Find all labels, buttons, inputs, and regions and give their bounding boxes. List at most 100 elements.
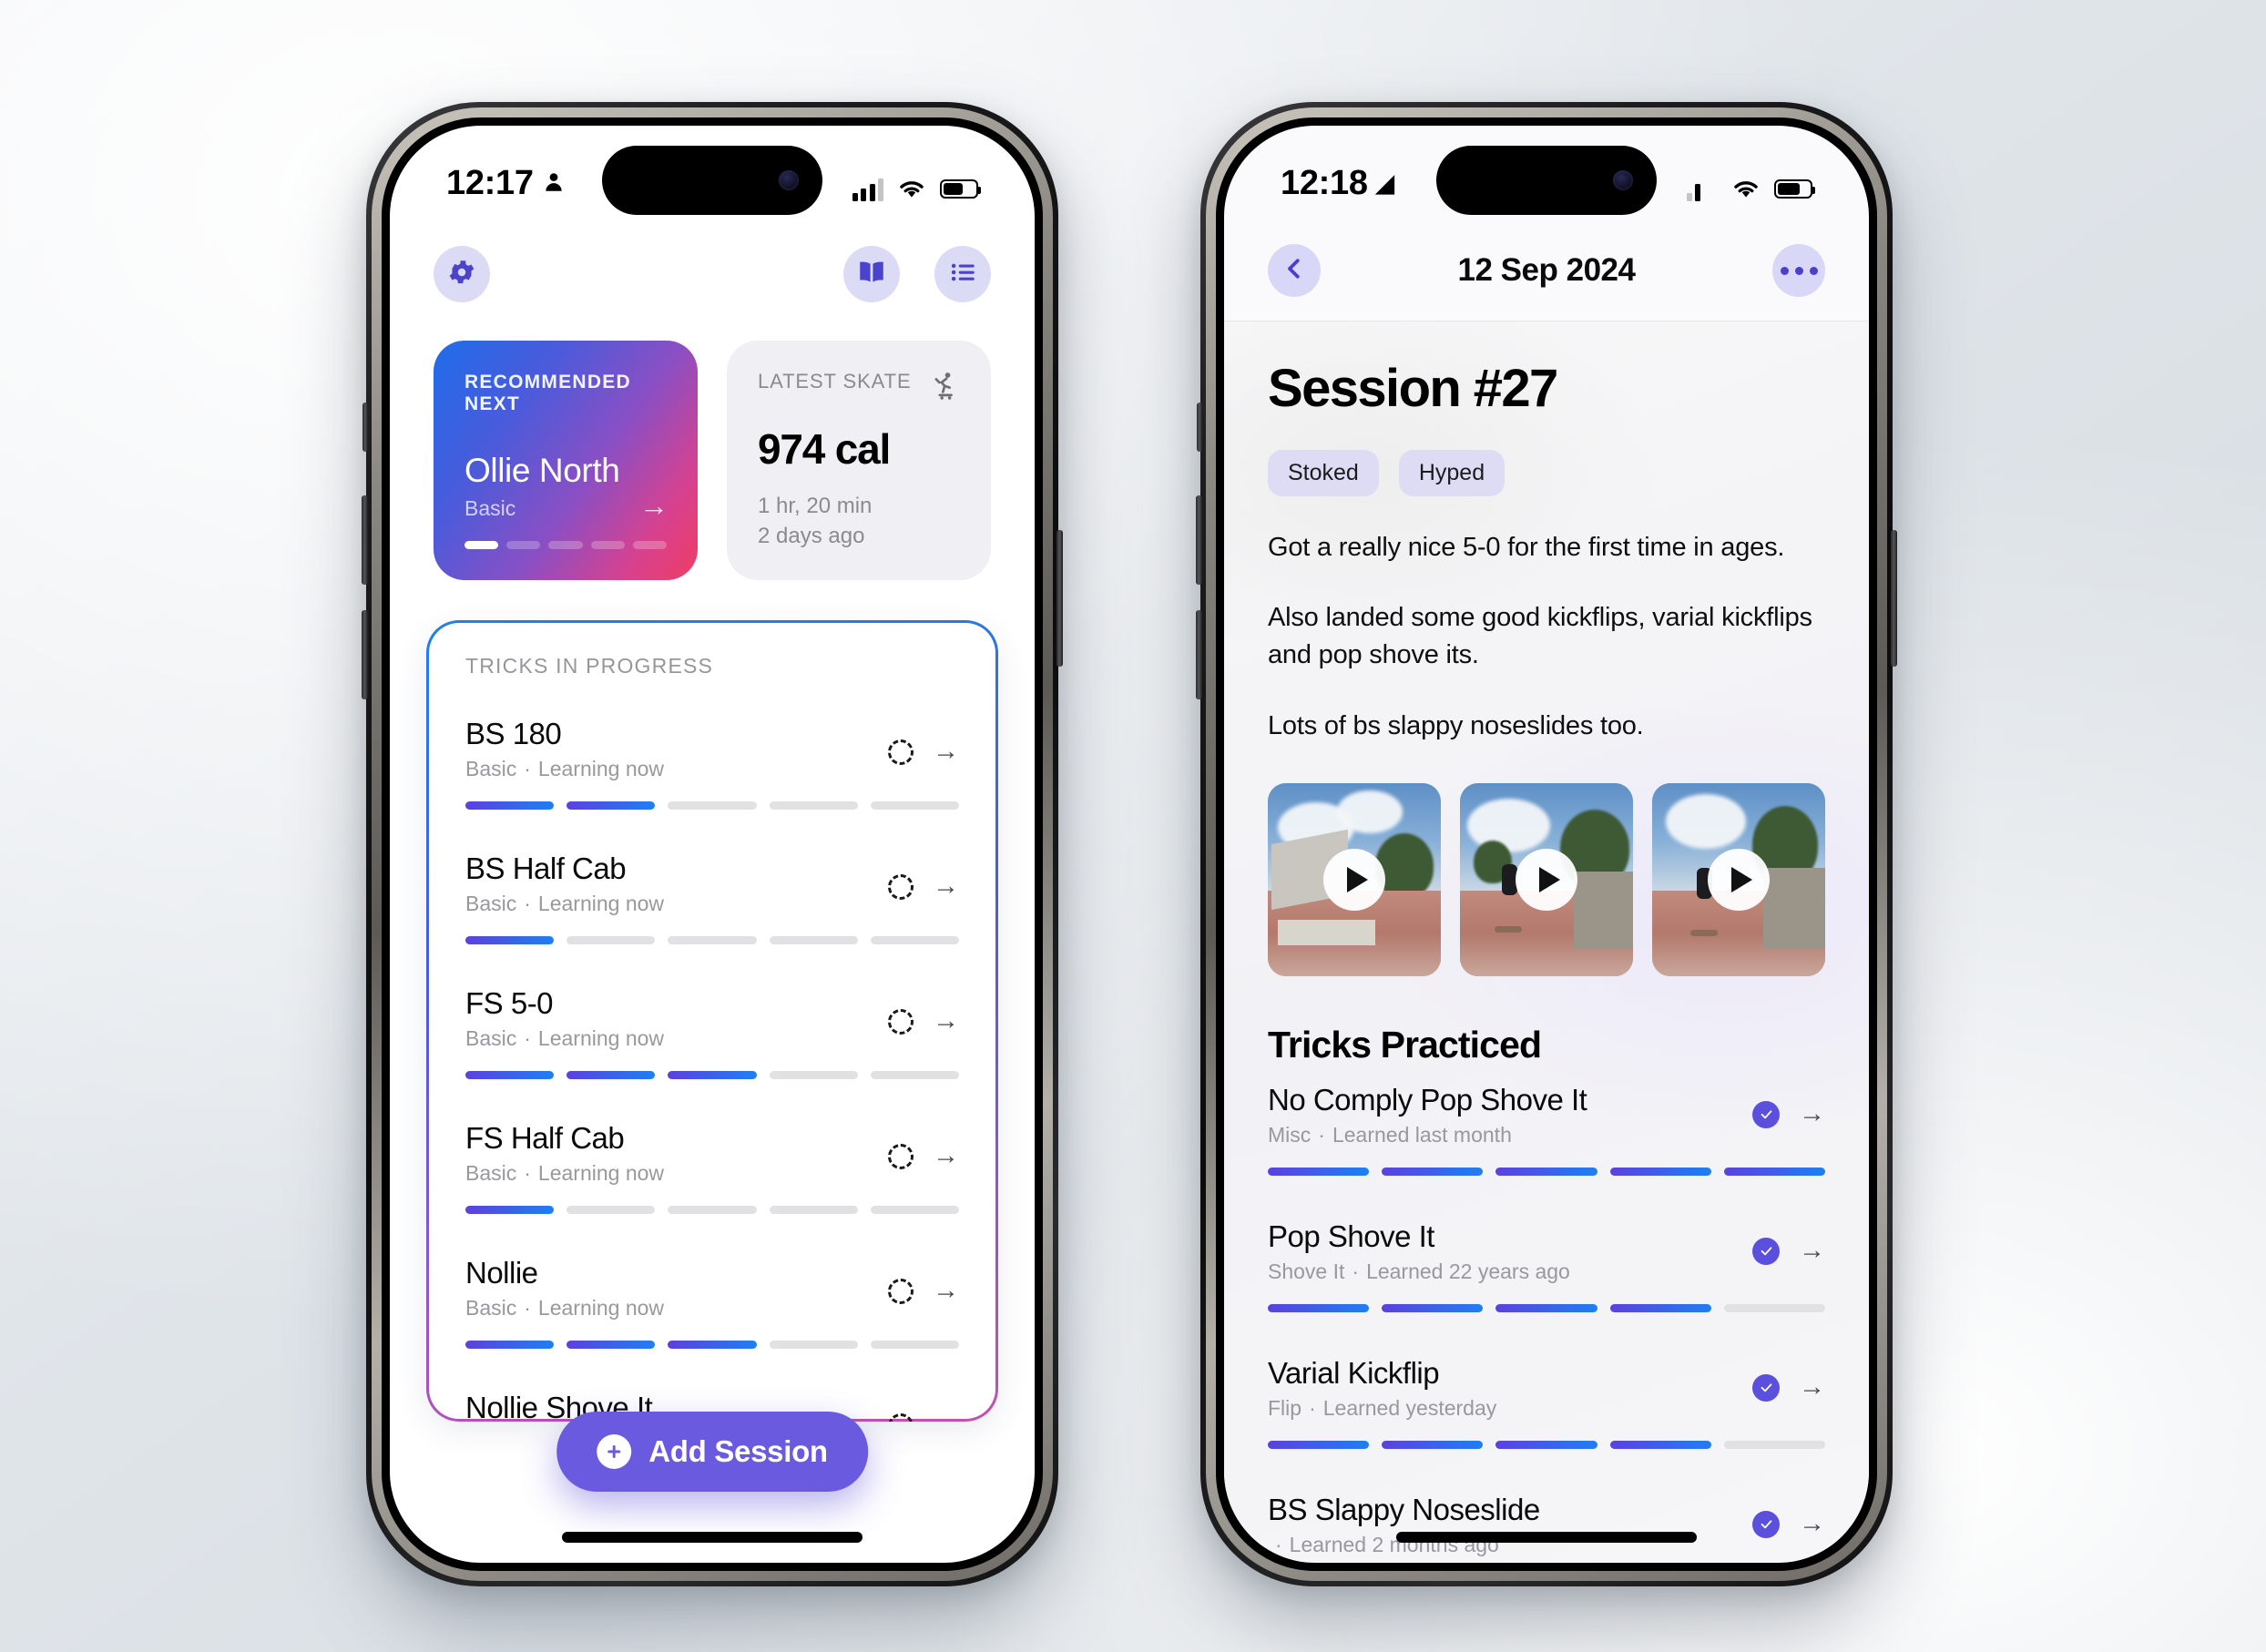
screen-home: 12:17 RECOMMENDED NEXT Ollie North Basic… xyxy=(390,126,1035,1563)
play-icon[interactable] xyxy=(1516,848,1577,911)
volume-down-button[interactable] xyxy=(362,610,368,699)
dashed-circle-icon[interactable] xyxy=(888,1412,914,1423)
fence-shape xyxy=(1574,872,1633,949)
video-thumbnail[interactable] xyxy=(1460,782,1633,976)
arrow-right-icon[interactable]: → xyxy=(1799,1238,1825,1264)
play-icon[interactable] xyxy=(1323,848,1385,911)
recommended-trick-name: Ollie North xyxy=(464,452,620,489)
status-bar-left: 12:17 xyxy=(390,126,1035,233)
mute-switch[interactable] xyxy=(362,403,368,452)
phone-right-bezel: 12:18 ◢ 12 Sep 2024 Session #27 Stoked H… xyxy=(1216,117,1877,1571)
guide-button[interactable] xyxy=(843,246,900,302)
trick-row[interactable]: BS Half Cab Basic · Learning now → xyxy=(465,839,960,974)
status-badge[interactable]: Hyped xyxy=(1398,450,1506,496)
arrow-right-icon[interactable]: → xyxy=(933,1278,959,1304)
home-indicator[interactable] xyxy=(1396,1532,1697,1543)
trick-meta: Misc · Learned last month xyxy=(1268,1123,1825,1147)
trick-meta: Basic · Learning now xyxy=(465,1161,664,1186)
power-button[interactable] xyxy=(1891,530,1897,667)
trick-category: Misc xyxy=(1268,1122,1312,1147)
volume-up-button[interactable] xyxy=(362,495,368,585)
plus-circle-icon xyxy=(597,1434,632,1469)
dashed-circle-icon[interactable] xyxy=(888,1143,914,1169)
back-button[interactable] xyxy=(1268,244,1321,297)
arrow-right-icon[interactable]: → xyxy=(933,1143,959,1169)
trick-category: Basic xyxy=(465,757,517,781)
power-button[interactable] xyxy=(1056,530,1063,667)
dashed-circle-icon[interactable] xyxy=(888,873,914,900)
trick-category: Basic xyxy=(465,1161,517,1186)
arrow-right-icon[interactable]: → xyxy=(1799,1101,1825,1127)
check-circle-icon[interactable] xyxy=(1752,1373,1780,1402)
list-button[interactable] xyxy=(934,246,991,302)
trick-row[interactable]: FS Half Cab Basic · Learning now → xyxy=(465,1108,960,1243)
arrow-right-icon[interactable]: → xyxy=(933,873,959,900)
trick-row[interactable]: BS 180 Basic · Learning now → xyxy=(465,704,960,839)
recommended-next-card[interactable]: RECOMMENDED NEXT Ollie North Basic → xyxy=(434,341,698,581)
arrow-right-icon[interactable]: → xyxy=(933,739,959,765)
settings-button[interactable] xyxy=(434,246,490,302)
separator-dot: · xyxy=(524,1296,531,1321)
ellipsis-icon xyxy=(1780,266,1818,275)
check-circle-icon[interactable] xyxy=(1752,1100,1780,1128)
practiced-trick-row[interactable]: BS Slappy Noseslide · Learned 2 months ag… xyxy=(1268,1476,1825,1562)
arrow-right-icon[interactable]: → xyxy=(1799,1511,1825,1537)
home-indicator[interactable] xyxy=(562,1532,863,1543)
trick-actions: → xyxy=(1752,1237,1825,1265)
trick-name: FS 5-0 xyxy=(465,986,554,1021)
video-thumbnail[interactable] xyxy=(1268,782,1441,976)
practiced-trick-row[interactable]: Pop Shove It Shove It · Learned 22 years a… xyxy=(1268,1203,1826,1340)
status-badge[interactable]: Stoked xyxy=(1268,450,1379,496)
trick-category: Shove It xyxy=(1268,1259,1345,1283)
trick-name: No Comply Pop Shove It xyxy=(1268,1082,1587,1117)
trick-status: Learned yesterday xyxy=(1322,1395,1497,1420)
dashed-circle-icon[interactable] xyxy=(888,1278,914,1304)
arrow-right-icon[interactable]: → xyxy=(933,1008,959,1035)
latest-skate-card[interactable]: LATEST SKATE 974 cal 1 hr, 20 min 2 days… xyxy=(727,341,991,581)
practiced-trick-row[interactable]: Varial Kickflip Flip · Learned yesterday → xyxy=(1268,1340,1826,1476)
check-circle-icon[interactable] xyxy=(1752,1237,1780,1265)
trick-progress xyxy=(465,1206,960,1215)
check-circle-icon[interactable] xyxy=(1752,1510,1780,1538)
cellular-signal-icon xyxy=(852,178,883,201)
trick-row[interactable]: FS 5-0 Basic · Learning now → xyxy=(465,974,960,1108)
session-note-paragraph: Also landed some good kickflips, varial … xyxy=(1268,603,1812,670)
video-thumbnail[interactable] xyxy=(1652,782,1825,976)
trick-row[interactable]: Nollie Basic · Learning now → xyxy=(465,1243,960,1378)
front-camera-icon xyxy=(779,170,799,190)
status-time: 12:17 xyxy=(446,164,534,202)
dashed-circle-icon[interactable] xyxy=(888,1008,914,1035)
trick-actions: → xyxy=(1752,1100,1825,1128)
trick-header: FS Half Cab Basic · Learning now xyxy=(465,1121,959,1186)
trick-status: Learning now xyxy=(537,757,665,781)
trick-actions: → xyxy=(888,1412,959,1423)
volume-down-button[interactable] xyxy=(1196,610,1202,699)
volume-up-button[interactable] xyxy=(1196,495,1202,585)
trick-header: Nollie Basic · Learning now xyxy=(465,1256,959,1321)
ledge-shape xyxy=(1278,920,1375,945)
practiced-trick-row[interactable]: No Comply Pop Shove It Misc · Learned last… xyxy=(1268,1066,1826,1203)
trick-progress xyxy=(465,801,960,811)
recommended-label: RECOMMENDED NEXT xyxy=(464,372,631,414)
play-icon[interactable] xyxy=(1708,848,1770,911)
add-session-button[interactable]: Add Session xyxy=(556,1412,868,1492)
more-options-button[interactable] xyxy=(1772,244,1825,297)
gear-icon xyxy=(446,257,477,292)
cloud-shape xyxy=(1466,798,1550,852)
mute-switch[interactable] xyxy=(1197,403,1202,452)
arrow-right-icon[interactable]: → xyxy=(933,1412,959,1423)
status-bar-right-group xyxy=(1686,164,1815,209)
trick-category: Basic xyxy=(465,1026,517,1051)
arrow-right-icon[interactable]: → xyxy=(1799,1374,1825,1401)
dashed-circle-icon[interactable] xyxy=(888,739,914,765)
trick-name: BS Half Cab xyxy=(465,851,627,886)
skateboard-shape xyxy=(1495,925,1522,933)
phone-left-bezel: 12:17 RECOMMENDED NEXT Ollie North Basic… xyxy=(382,117,1043,1571)
fence-shape xyxy=(1762,867,1825,949)
battery-icon xyxy=(1774,179,1815,199)
trick-name: FS Half Cab xyxy=(465,1121,625,1156)
trick-progress xyxy=(465,936,960,945)
front-camera-icon xyxy=(1613,170,1633,190)
location-arrow-icon: ◢ xyxy=(1375,169,1394,197)
recommended-progress xyxy=(464,541,668,549)
